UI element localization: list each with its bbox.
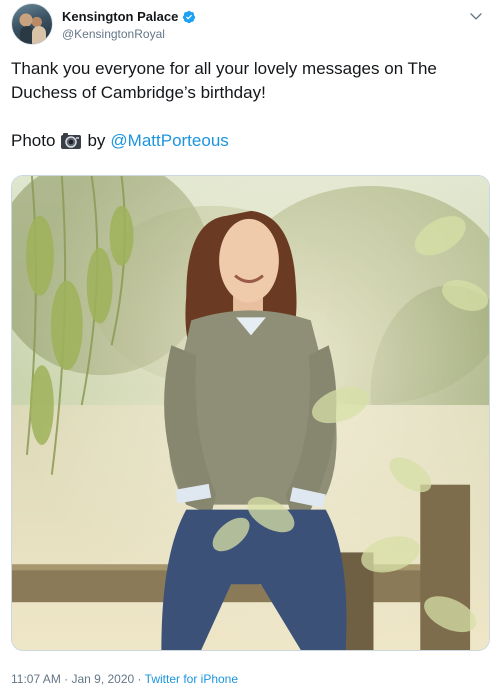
profile-avatar[interactable] <box>11 3 53 45</box>
tweet-message: Thank you everyone for all your lovely m… <box>11 59 437 102</box>
account-handle[interactable]: @KensingtonRoyal <box>62 27 165 41</box>
tweet-source-link[interactable]: Twitter for iPhone <box>145 672 238 686</box>
tweet-metadata: 11:07 AM · Jan 9, 2020 · Twitter for iPh… <box>11 672 238 686</box>
separator: · <box>60 672 72 686</box>
tweet-date[interactable]: Jan 9, 2020 <box>71 672 134 686</box>
tweet-photo[interactable] <box>11 175 490 651</box>
avatar-figure <box>32 26 46 44</box>
verified-badge-icon <box>183 10 196 23</box>
account-name-row[interactable]: Kensington Palace <box>62 9 196 24</box>
tweet-text: Thank you everyone for all your lovely m… <box>11 57 493 153</box>
photo-label: Photo <box>11 131 56 150</box>
photographer-mention-link[interactable]: @MattPorteous <box>110 129 228 153</box>
camera-emoji-icon <box>61 133 82 149</box>
display-name[interactable]: Kensington Palace <box>62 9 178 24</box>
portrait-photo-illustration <box>12 176 489 650</box>
chevron-down-icon[interactable] <box>468 8 484 24</box>
photo-by: by <box>87 131 106 150</box>
tweet-card: Kensington Palace @KensingtonRoyal Thank… <box>0 0 499 696</box>
tweet-time[interactable]: 11:07 AM <box>11 672 61 686</box>
separator: · <box>134 672 145 686</box>
photo-credit-line: Photo by @MattPorteous <box>11 129 493 153</box>
